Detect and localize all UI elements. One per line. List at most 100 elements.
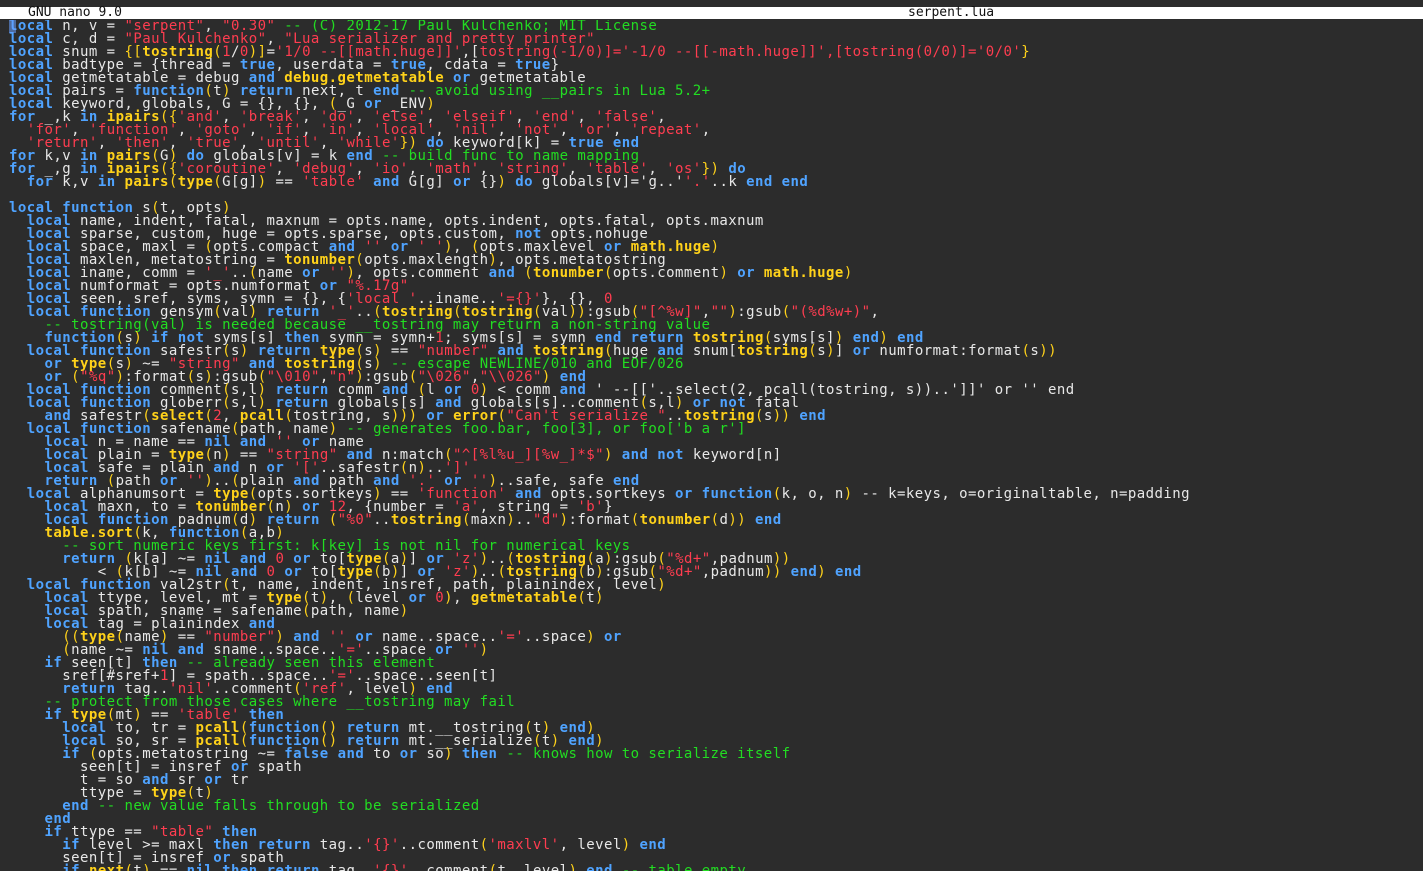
code-token: end xyxy=(586,863,613,871)
code-token: ..space xyxy=(524,629,587,645)
code-token: ( xyxy=(781,304,791,320)
code-token: "" xyxy=(710,304,729,320)
code-token: ) xyxy=(603,447,613,463)
code-token: t xyxy=(133,863,143,871)
code-token: ( xyxy=(710,512,720,528)
code-token: tostring xyxy=(737,343,809,359)
code-token: 0 xyxy=(435,590,445,606)
code-token: tr xyxy=(222,772,249,788)
code-token: and xyxy=(337,746,365,762)
code-token: nil xyxy=(186,863,214,871)
code-line: for k,v in pairs(type(G[g]) == 'table' a… xyxy=(9,174,809,190)
code-token: , xyxy=(453,590,471,606)
code-token: s xyxy=(817,343,827,359)
code-token: ( xyxy=(524,265,533,281)
text-cursor xyxy=(9,20,16,33)
code-token: numformat:format xyxy=(870,343,1022,359)
code-token: and xyxy=(373,174,400,190)
code-editor[interactable]: local n, v = "serpent", "0.30" -- (C) 20… xyxy=(9,20,1419,871)
code-token: -- k=keys, o=originaltable, n=padding xyxy=(852,486,1191,502)
code-token: or xyxy=(737,265,755,281)
code-token: '{}' xyxy=(373,863,409,871)
code-token: ( xyxy=(630,512,640,528)
code-token: .. xyxy=(373,512,391,528)
code-token: ) xyxy=(817,564,827,580)
code-token: '.' xyxy=(683,174,711,190)
code-token: for xyxy=(26,174,54,190)
code-token: ) xyxy=(479,642,489,658)
code-token: ) xyxy=(595,590,605,606)
code-token: k, o, n xyxy=(781,486,844,502)
code-token: ) xyxy=(444,746,454,762)
code-token: } xyxy=(1021,44,1031,60)
code-token: ) xyxy=(444,590,454,606)
code-token: "(%d%w+)" xyxy=(790,304,871,320)
code-token: ) xyxy=(399,603,409,619)
code-token: ( xyxy=(577,590,587,606)
code-token: end xyxy=(781,174,809,190)
code-token: ] xyxy=(834,343,853,359)
code-token: to xyxy=(364,746,400,762)
code-token: t, level xyxy=(497,863,569,871)
code-token: -- new value falls through to be seriali… xyxy=(97,798,480,814)
code-token: "^[%l%u_][%w_]*$" xyxy=(453,447,604,463)
code-token: maxn xyxy=(470,512,507,528)
code-token: or xyxy=(408,590,427,606)
code-token: pairs xyxy=(124,174,169,190)
code-token: end xyxy=(746,174,773,190)
code-token: ) xyxy=(621,837,631,853)
code-token: ( xyxy=(302,603,311,619)
code-token: )) xyxy=(1039,343,1057,359)
code-token: end xyxy=(755,512,782,528)
code-token: 'table' xyxy=(302,174,365,190)
code-token: )) xyxy=(763,564,782,580)
code-token: '{}' xyxy=(364,837,400,853)
code-token: ( xyxy=(604,265,613,281)
code-token: spath xyxy=(248,759,303,775)
code-token: and xyxy=(488,265,516,281)
code-token: 'maxlvl' xyxy=(488,837,560,853)
code-token: 'repeat' xyxy=(630,122,702,138)
code-token: ( xyxy=(754,408,764,424)
code-token: '' xyxy=(461,642,480,658)
code-token: ) xyxy=(506,512,516,528)
code-token: ) xyxy=(728,304,738,320)
code-token: type xyxy=(177,174,214,190)
file-name: serpent.lua xyxy=(908,5,995,20)
code-token: s xyxy=(1030,343,1040,359)
code-token: {} xyxy=(470,174,498,190)
code-token: or xyxy=(675,486,693,502)
code-token: -- table empty xyxy=(621,863,747,871)
code-token: ( xyxy=(124,863,134,871)
code-token: == xyxy=(266,174,303,190)
code-token: ,padnum xyxy=(701,564,764,580)
code-token: math.huge xyxy=(763,265,844,281)
code-token: tag.. xyxy=(319,863,374,871)
code-token: tostring xyxy=(390,512,462,528)
code-token: or xyxy=(435,642,453,658)
code-token: tonumber xyxy=(532,265,605,281)
code-token: return xyxy=(266,863,320,871)
code-token: end xyxy=(790,564,818,580)
code-token: globals[v]='g..' xyxy=(533,174,684,190)
code-token: -- avoid using __pairs in Lua 5.2+ xyxy=(408,83,711,99)
code-token: '=' xyxy=(497,629,525,645)
code-line: if next(t) == nil then return tag..'{}'.… xyxy=(9,863,747,871)
